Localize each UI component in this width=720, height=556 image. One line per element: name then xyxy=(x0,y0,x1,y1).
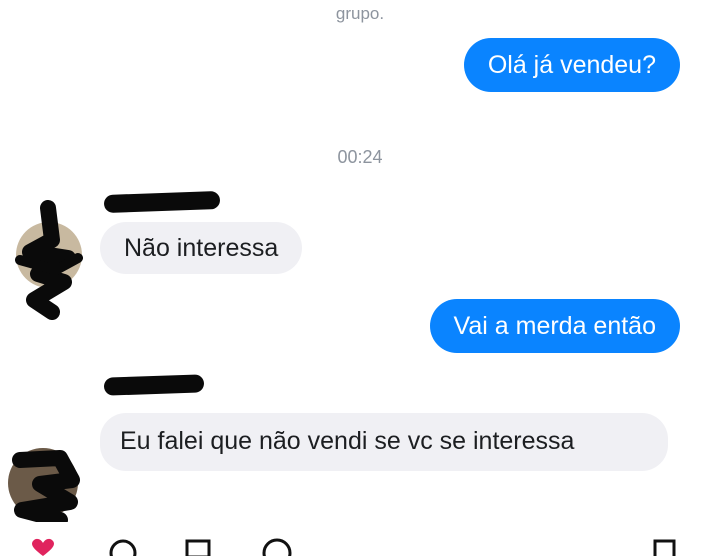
redacted-avatar-scribble xyxy=(12,450,80,528)
incoming-message-bubble[interactable]: Eu falei que não vendi se vc se interess… xyxy=(100,413,668,471)
heart-icon[interactable] xyxy=(30,538,56,556)
bookmark-icon[interactable] xyxy=(184,538,214,556)
redacted-avatar-scribble xyxy=(15,200,83,320)
system-note: grupo. xyxy=(335,4,385,23)
outgoing-message-bubble[interactable]: Vai a merda então xyxy=(429,299,680,353)
comment-icon[interactable] xyxy=(108,538,138,556)
redacted-sender-name xyxy=(103,190,221,214)
redacted-sender-name xyxy=(103,374,205,396)
share-icon[interactable] xyxy=(260,538,294,556)
message-timestamp: 00:24 xyxy=(337,147,383,167)
outgoing-message-bubble[interactable]: Olá já vendeu? xyxy=(463,38,680,92)
incoming-message-bubble[interactable]: Não interessa xyxy=(100,222,303,274)
save-icon[interactable] xyxy=(652,538,678,556)
